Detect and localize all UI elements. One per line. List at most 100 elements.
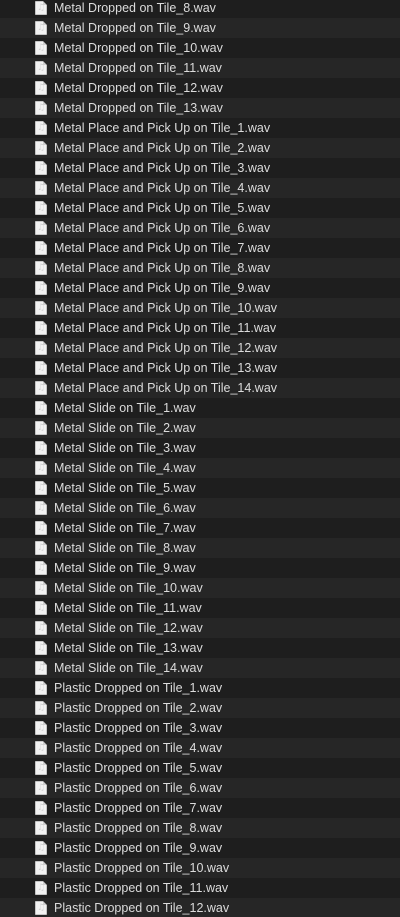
audio-file-icon: ♫ <box>35 901 47 915</box>
music-note-icon: ♫ <box>37 43 46 53</box>
music-note-icon: ♫ <box>37 743 46 753</box>
file-name: Metal Place and Pick Up on Tile_12.wav <box>54 341 278 355</box>
file-row[interactable]: ♫ Plastic Dropped on Tile_5.wav <box>0 758 400 778</box>
file-name: Plastic Dropped on Tile_7.wav <box>54 801 223 815</box>
audio-file-icon: ♫ <box>35 421 47 435</box>
music-note-icon: ♫ <box>37 563 46 573</box>
music-note-icon: ♫ <box>37 123 46 133</box>
file-row[interactable]: ♫ Metal Place and Pick Up on Tile_11.wav <box>0 318 400 338</box>
audio-file-icon: ♫ <box>35 641 47 655</box>
music-note-icon: ♫ <box>37 3 46 13</box>
music-note-icon: ♫ <box>37 243 46 253</box>
file-row[interactable]: ♫ Metal Dropped on Tile_12.wav <box>0 78 400 98</box>
audio-file-icon: ♫ <box>35 441 47 455</box>
file-row[interactable]: ♫ Metal Place and Pick Up on Tile_14.wav <box>0 378 400 398</box>
music-note-icon: ♫ <box>37 663 46 673</box>
audio-file-icon: ♫ <box>35 601 47 615</box>
audio-file-icon: ♫ <box>35 41 47 55</box>
file-row[interactable]: ♫ Plastic Dropped on Tile_2.wav <box>0 698 400 718</box>
audio-file-icon: ♫ <box>35 541 47 555</box>
file-row[interactable]: ♫ Metal Place and Pick Up on Tile_10.wav <box>0 298 400 318</box>
file-row[interactable]: ♫ Metal Place and Pick Up on Tile_5.wav <box>0 198 400 218</box>
file-name: Metal Place and Pick Up on Tile_14.wav <box>54 381 278 395</box>
file-name: Metal Dropped on Tile_12.wav <box>54 81 223 95</box>
file-row[interactable]: ♫ Plastic Dropped on Tile_1.wav <box>0 678 400 698</box>
file-name: Metal Slide on Tile_2.wav <box>54 421 196 435</box>
audio-file-icon: ♫ <box>35 761 47 775</box>
audio-file-icon: ♫ <box>35 181 47 195</box>
file-name: Metal Slide on Tile_1.wav <box>54 401 196 415</box>
file-row[interactable]: ♫ Metal Dropped on Tile_9.wav <box>0 18 400 38</box>
file-name: Plastic Dropped on Tile_12.wav <box>54 901 230 915</box>
file-name: Plastic Dropped on Tile_11.wav <box>54 881 229 895</box>
file-row[interactable]: ♫ Plastic Dropped on Tile_11.wav <box>0 878 400 898</box>
file-name: Metal Slide on Tile_8.wav <box>54 541 196 555</box>
audio-file-icon: ♫ <box>35 881 47 895</box>
file-name: Metal Place and Pick Up on Tile_7.wav <box>54 241 271 255</box>
file-row[interactable]: ♫ Metal Slide on Tile_1.wav <box>0 398 400 418</box>
audio-file-icon: ♫ <box>35 341 47 355</box>
file-row[interactable]: ♫ Metal Slide on Tile_11.wav <box>0 598 400 618</box>
file-row[interactable]: ♫ Plastic Dropped on Tile_6.wav <box>0 778 400 798</box>
audio-file-icon: ♫ <box>35 1 47 15</box>
file-row[interactable]: ♫ Plastic Dropped on Tile_8.wav <box>0 818 400 838</box>
audio-file-icon: ♫ <box>35 321 47 335</box>
file-name: Metal Place and Pick Up on Tile_5.wav <box>54 201 271 215</box>
audio-file-icon: ♫ <box>35 141 47 155</box>
music-note-icon: ♫ <box>37 303 46 313</box>
file-name: Plastic Dropped on Tile_4.wav <box>54 741 223 755</box>
file-row[interactable]: ♫ Metal Slide on Tile_2.wav <box>0 418 400 438</box>
file-row[interactable]: ♫ Metal Slide on Tile_5.wav <box>0 478 400 498</box>
file-row[interactable]: ♫ Plastic Dropped on Tile_12.wav <box>0 898 400 917</box>
file-row[interactable]: ♫ Metal Slide on Tile_3.wav <box>0 438 400 458</box>
file-name: Metal Slide on Tile_7.wav <box>54 521 196 535</box>
file-row[interactable]: ♫ Plastic Dropped on Tile_4.wav <box>0 738 400 758</box>
file-name: Metal Slide on Tile_13.wav <box>54 641 203 655</box>
file-row[interactable]: ♫ Metal Slide on Tile_13.wav <box>0 638 400 658</box>
file-row[interactable]: ♫ Metal Dropped on Tile_13.wav <box>0 98 400 118</box>
file-row[interactable]: ♫ Metal Place and Pick Up on Tile_6.wav <box>0 218 400 238</box>
file-row[interactable]: ♫ Metal Place and Pick Up on Tile_7.wav <box>0 238 400 258</box>
file-row[interactable]: ♫ Metal Slide on Tile_9.wav <box>0 558 400 578</box>
file-row[interactable]: ♫ Metal Slide on Tile_6.wav <box>0 498 400 518</box>
file-name: Metal Slide on Tile_5.wav <box>54 481 196 495</box>
file-row[interactable]: ♫ Metal Place and Pick Up on Tile_2.wav <box>0 138 400 158</box>
file-name: Metal Dropped on Tile_8.wav <box>54 1 216 15</box>
file-row[interactable]: ♫ Metal Dropped on Tile_8.wav <box>0 0 400 18</box>
file-row[interactable]: ♫ Metal Place and Pick Up on Tile_4.wav <box>0 178 400 198</box>
file-row[interactable]: ♫ Metal Slide on Tile_12.wav <box>0 618 400 638</box>
file-row[interactable]: ♫ Metal Slide on Tile_10.wav <box>0 578 400 598</box>
file-row[interactable]: ♫ Plastic Dropped on Tile_7.wav <box>0 798 400 818</box>
file-row[interactable]: ♫ Plastic Dropped on Tile_9.wav <box>0 838 400 858</box>
audio-file-icon: ♫ <box>35 281 47 295</box>
file-row[interactable]: ♫ Metal Slide on Tile_8.wav <box>0 538 400 558</box>
file-row[interactable]: ♫ Metal Place and Pick Up on Tile_8.wav <box>0 258 400 278</box>
music-note-icon: ♫ <box>37 363 46 373</box>
music-note-icon: ♫ <box>37 383 46 393</box>
music-note-icon: ♫ <box>37 283 46 293</box>
file-row[interactable]: ♫ Metal Place and Pick Up on Tile_3.wav <box>0 158 400 178</box>
music-note-icon: ♫ <box>37 183 46 193</box>
file-row[interactable]: ♫ Plastic Dropped on Tile_10.wav <box>0 858 400 878</box>
file-row[interactable]: ♫ Metal Slide on Tile_14.wav <box>0 658 400 678</box>
music-note-icon: ♫ <box>37 903 46 913</box>
music-note-icon: ♫ <box>37 543 46 553</box>
file-name: Plastic Dropped on Tile_2.wav <box>54 701 223 715</box>
file-row[interactable]: ♫ Metal Dropped on Tile_10.wav <box>0 38 400 58</box>
file-name: Metal Place and Pick Up on Tile_8.wav <box>54 261 271 275</box>
file-row[interactable]: ♫ Metal Place and Pick Up on Tile_1.wav <box>0 118 400 138</box>
file-row[interactable]: ♫ Metal Dropped on Tile_11.wav <box>0 58 400 78</box>
file-row[interactable]: ♫ Metal Slide on Tile_7.wav <box>0 518 400 538</box>
audio-file-icon: ♫ <box>35 461 47 475</box>
music-note-icon: ♫ <box>37 223 46 233</box>
file-row[interactable]: ♫ Metal Slide on Tile_4.wav <box>0 458 400 478</box>
file-row[interactable]: ♫ Metal Place and Pick Up on Tile_9.wav <box>0 278 400 298</box>
audio-file-icon: ♫ <box>35 261 47 275</box>
file-row[interactable]: ♫ Plastic Dropped on Tile_3.wav <box>0 718 400 738</box>
file-row[interactable]: ♫ Metal Place and Pick Up on Tile_13.wav <box>0 358 400 378</box>
music-note-icon: ♫ <box>37 843 46 853</box>
file-name: Metal Slide on Tile_14.wav <box>54 661 203 675</box>
file-row[interactable]: ♫ Metal Place and Pick Up on Tile_12.wav <box>0 338 400 358</box>
music-note-icon: ♫ <box>37 83 46 93</box>
audio-file-icon: ♫ <box>35 781 47 795</box>
